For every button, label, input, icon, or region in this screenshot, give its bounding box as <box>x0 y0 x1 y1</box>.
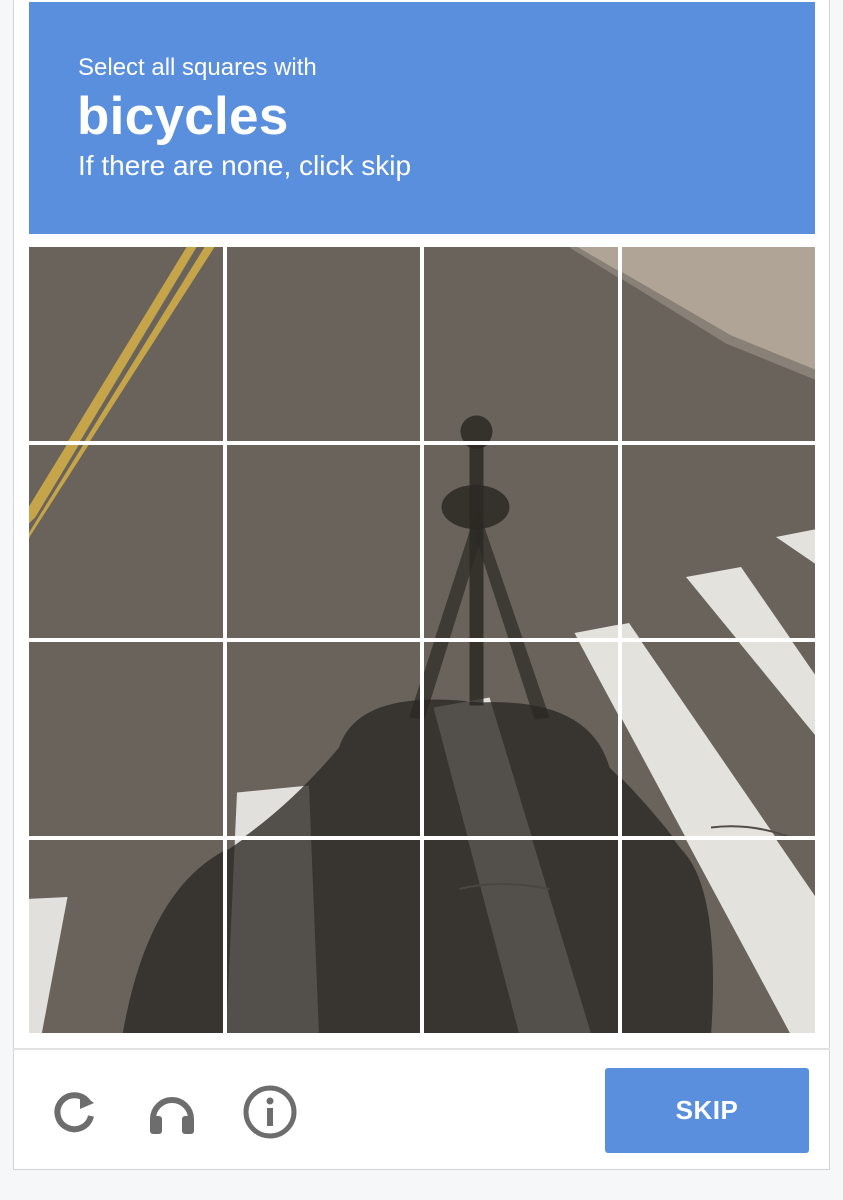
grid-tile-r2-c1[interactable] <box>29 444 223 638</box>
grid-tile-r4-c4[interactable] <box>621 839 815 1033</box>
info-button[interactable] <box>240 1082 300 1142</box>
street-photo-slice <box>424 642 618 836</box>
street-photo-slice <box>29 839 223 1033</box>
street-photo-slice <box>621 839 815 1033</box>
footer-divider <box>13 1048 830 1050</box>
skip-button[interactable]: SKIP <box>605 1068 809 1153</box>
grid-tile-r3-c1[interactable] <box>29 642 223 836</box>
street-photo-slice <box>29 444 223 638</box>
street-photo-slice <box>621 642 815 836</box>
grid-tile-r4-c3[interactable] <box>424 839 618 1033</box>
grid-tile-r3-c4[interactable] <box>621 642 815 836</box>
street-photo-slice <box>226 642 420 836</box>
grid-tile-r2-c2[interactable] <box>226 444 420 638</box>
street-photo-slice <box>226 444 420 638</box>
reload-button[interactable] <box>45 1082 105 1142</box>
info-icon <box>243 1085 297 1139</box>
grid-tile-r1-c3[interactable] <box>424 247 618 441</box>
grid-tile-r1-c2[interactable] <box>226 247 420 441</box>
grid-tile-r3-c2[interactable] <box>226 642 420 836</box>
audio-challenge-button[interactable] <box>142 1082 202 1142</box>
image-grid <box>29 247 815 1033</box>
grid-tile-r4-c2[interactable] <box>226 839 420 1033</box>
hint-text: If there are none, click skip <box>78 150 412 181</box>
street-photo-slice <box>226 839 420 1033</box>
street-photo-slice <box>424 247 618 441</box>
grid-tile-r2-c4[interactable] <box>621 444 815 638</box>
street-photo-slice <box>621 444 815 638</box>
street-photo-slice <box>621 247 815 441</box>
reload-icon <box>54 1092 94 1133</box>
grid-tile-r1-c1[interactable] <box>29 247 223 441</box>
grid-tile-r1-c4[interactable] <box>621 247 815 441</box>
street-photo-slice <box>29 642 223 836</box>
street-photo-slice <box>424 444 618 638</box>
challenge-header: Select all squares with bicycles If ther… <box>29 2 815 234</box>
headphones-icon <box>150 1097 194 1134</box>
grid-tile-r4-c1[interactable] <box>29 839 223 1033</box>
street-photo-slice <box>29 247 223 441</box>
grid-tile-r3-c3[interactable] <box>424 642 618 836</box>
street-photo-slice <box>424 839 618 1033</box>
target-object-text: bicycles <box>77 87 289 146</box>
instruction-text: Select all squares with <box>78 54 317 81</box>
grid-tile-r2-c3[interactable] <box>424 444 618 638</box>
street-photo-slice <box>226 247 420 441</box>
